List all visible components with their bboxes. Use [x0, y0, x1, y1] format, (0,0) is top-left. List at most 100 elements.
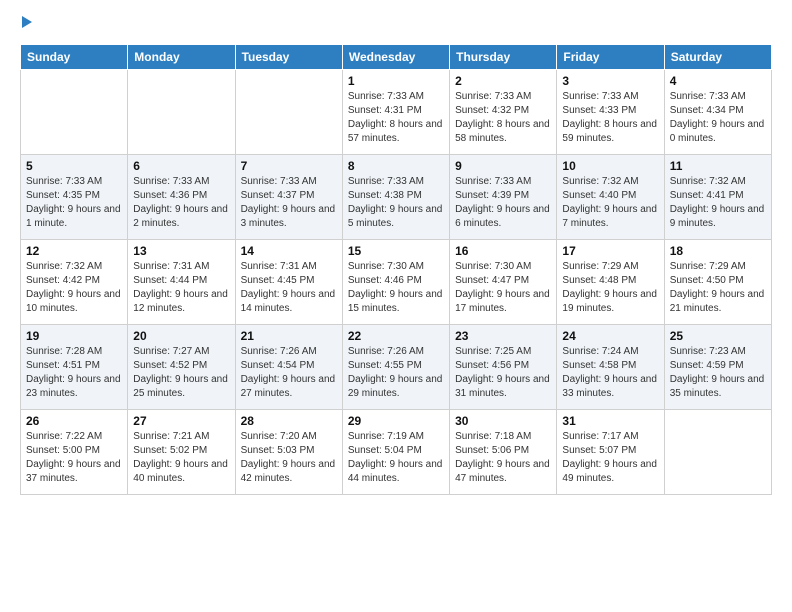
day-info: Sunrise: 7:33 AM Sunset: 4:31 PM Dayligh…	[348, 90, 444, 146]
day-number: 4	[670, 74, 766, 88]
calendar-day-cell: 17 Sunrise: 7:29 AM Sunset: 4:48 PM Dayli…	[557, 240, 664, 325]
logo	[20, 16, 32, 32]
calendar-day-cell: 27 Sunrise: 7:21 AM Sunset: 5:02 PM Dayli…	[128, 410, 235, 495]
day-info: Sunrise: 7:24 AM Sunset: 4:58 PM Dayligh…	[562, 345, 658, 401]
weekday-header-saturday: Saturday	[664, 45, 771, 70]
day-number: 23	[455, 329, 551, 343]
page-header	[20, 16, 772, 32]
calendar-week-row: 26 Sunrise: 7:22 AM Sunset: 5:00 PM Dayli…	[21, 410, 772, 495]
day-number: 14	[241, 244, 337, 258]
day-info: Sunrise: 7:26 AM Sunset: 4:55 PM Dayligh…	[348, 345, 444, 401]
day-info: Sunrise: 7:27 AM Sunset: 4:52 PM Dayligh…	[133, 345, 229, 401]
day-info: Sunrise: 7:30 AM Sunset: 4:47 PM Dayligh…	[455, 260, 551, 316]
day-number: 16	[455, 244, 551, 258]
day-info: Sunrise: 7:29 AM Sunset: 4:50 PM Dayligh…	[670, 260, 766, 316]
weekday-header-friday: Friday	[557, 45, 664, 70]
day-info: Sunrise: 7:33 AM Sunset: 4:32 PM Dayligh…	[455, 90, 551, 146]
calendar-day-cell: 5 Sunrise: 7:33 AM Sunset: 4:35 PM Daylig…	[21, 155, 128, 240]
calendar-day-cell: 16 Sunrise: 7:30 AM Sunset: 4:47 PM Dayli…	[450, 240, 557, 325]
day-number: 30	[455, 414, 551, 428]
calendar-day-cell: 14Sunrise: 7:31 AM Sunset: 4:45 PM Dayli…	[235, 240, 342, 325]
calendar-week-row: 5 Sunrise: 7:33 AM Sunset: 4:35 PM Daylig…	[21, 155, 772, 240]
day-info: Sunrise: 7:30 AM Sunset: 4:46 PM Dayligh…	[348, 260, 444, 316]
calendar-day-cell	[235, 70, 342, 155]
day-info: Sunrise: 7:23 AM Sunset: 4:59 PM Dayligh…	[670, 345, 766, 401]
day-info: Sunrise: 7:33 AM Sunset: 4:35 PM Dayligh…	[26, 175, 122, 231]
weekday-header-wednesday: Wednesday	[342, 45, 449, 70]
calendar-day-cell: 10 Sunrise: 7:32 AM Sunset: 4:40 PM Dayli…	[557, 155, 664, 240]
weekday-header-tuesday: Tuesday	[235, 45, 342, 70]
day-number: 26	[26, 414, 122, 428]
calendar-day-cell: 9 Sunrise: 7:33 AM Sunset: 4:39 PM Daylig…	[450, 155, 557, 240]
logo-triangle-icon	[22, 16, 32, 28]
day-number: 1	[348, 74, 444, 88]
calendar-day-cell: 11 Sunrise: 7:32 AM Sunset: 4:41 PM Dayli…	[664, 155, 771, 240]
day-info: Sunrise: 7:33 AM Sunset: 4:37 PM Dayligh…	[241, 175, 337, 231]
day-info: Sunrise: 7:26 AM Sunset: 4:54 PM Dayligh…	[241, 345, 337, 401]
calendar-day-cell: 12 Sunrise: 7:32 AM Sunset: 4:42 PM Dayli…	[21, 240, 128, 325]
day-number: 20	[133, 329, 229, 343]
day-number: 21	[241, 329, 337, 343]
day-number: 2	[455, 74, 551, 88]
calendar-day-cell: 19 Sunrise: 7:28 AM Sunset: 4:51 PM Dayli…	[21, 325, 128, 410]
calendar-day-cell	[664, 410, 771, 495]
day-info: Sunrise: 7:32 AM Sunset: 4:41 PM Dayligh…	[670, 175, 766, 231]
calendar-day-cell: 26 Sunrise: 7:22 AM Sunset: 5:00 PM Dayli…	[21, 410, 128, 495]
day-number: 13	[133, 244, 229, 258]
day-number: 6	[133, 159, 229, 173]
calendar-day-cell: 22 Sunrise: 7:26 AM Sunset: 4:55 PM Dayli…	[342, 325, 449, 410]
calendar-day-cell: 15 Sunrise: 7:30 AM Sunset: 4:46 PM Dayli…	[342, 240, 449, 325]
day-number: 24	[562, 329, 658, 343]
day-info: Sunrise: 7:20 AM Sunset: 5:03 PM Dayligh…	[241, 430, 337, 486]
day-number: 17	[562, 244, 658, 258]
calendar-day-cell: 31Sunrise: 7:17 AM Sunset: 5:07 PM Dayli…	[557, 410, 664, 495]
weekday-header-row: SundayMondayTuesdayWednesdayThursdayFrid…	[21, 45, 772, 70]
day-number: 10	[562, 159, 658, 173]
day-info: Sunrise: 7:32 AM Sunset: 4:40 PM Dayligh…	[562, 175, 658, 231]
calendar-day-cell: 18 Sunrise: 7:29 AM Sunset: 4:50 PM Dayli…	[664, 240, 771, 325]
calendar-day-cell: 29Sunrise: 7:19 AM Sunset: 5:04 PM Dayli…	[342, 410, 449, 495]
day-info: Sunrise: 7:32 AM Sunset: 4:42 PM Dayligh…	[26, 260, 122, 316]
calendar-day-cell: 28Sunrise: 7:20 AM Sunset: 5:03 PM Dayli…	[235, 410, 342, 495]
day-info: Sunrise: 7:33 AM Sunset: 4:39 PM Dayligh…	[455, 175, 551, 231]
calendar-day-cell: 25 Sunrise: 7:23 AM Sunset: 4:59 PM Dayli…	[664, 325, 771, 410]
day-info: Sunrise: 7:22 AM Sunset: 5:00 PM Dayligh…	[26, 430, 122, 486]
calendar-day-cell	[128, 70, 235, 155]
calendar-week-row: 1 Sunrise: 7:33 AM Sunset: 4:31 PM Daylig…	[21, 70, 772, 155]
calendar-day-cell: 24 Sunrise: 7:24 AM Sunset: 4:58 PM Dayli…	[557, 325, 664, 410]
day-number: 19	[26, 329, 122, 343]
day-number: 18	[670, 244, 766, 258]
calendar-week-row: 19 Sunrise: 7:28 AM Sunset: 4:51 PM Dayli…	[21, 325, 772, 410]
calendar-day-cell: 1 Sunrise: 7:33 AM Sunset: 4:31 PM Daylig…	[342, 70, 449, 155]
weekday-header-sunday: Sunday	[21, 45, 128, 70]
day-number: 5	[26, 159, 122, 173]
calendar-day-cell: 30 Sunrise: 7:18 AM Sunset: 5:06 PM Dayli…	[450, 410, 557, 495]
day-number: 11	[670, 159, 766, 173]
day-info: Sunrise: 7:33 AM Sunset: 4:33 PM Dayligh…	[562, 90, 658, 146]
day-number: 31	[562, 414, 658, 428]
calendar-table: SundayMondayTuesdayWednesdayThursdayFrid…	[20, 44, 772, 495]
day-number: 25	[670, 329, 766, 343]
day-info: Sunrise: 7:25 AM Sunset: 4:56 PM Dayligh…	[455, 345, 551, 401]
day-info: Sunrise: 7:33 AM Sunset: 4:38 PM Dayligh…	[348, 175, 444, 231]
day-number: 15	[348, 244, 444, 258]
calendar-day-cell: 2 Sunrise: 7:33 AM Sunset: 4:32 PM Daylig…	[450, 70, 557, 155]
day-number: 29	[348, 414, 444, 428]
day-info: Sunrise: 7:21 AM Sunset: 5:02 PM Dayligh…	[133, 430, 229, 486]
day-number: 9	[455, 159, 551, 173]
calendar-day-cell: 8 Sunrise: 7:33 AM Sunset: 4:38 PM Daylig…	[342, 155, 449, 240]
calendar-day-cell: 6Sunrise: 7:33 AM Sunset: 4:36 PM Daylig…	[128, 155, 235, 240]
day-number: 8	[348, 159, 444, 173]
day-info: Sunrise: 7:18 AM Sunset: 5:06 PM Dayligh…	[455, 430, 551, 486]
day-info: Sunrise: 7:33 AM Sunset: 4:34 PM Dayligh…	[670, 90, 766, 146]
day-number: 22	[348, 329, 444, 343]
calendar-day-cell: 21 Sunrise: 7:26 AM Sunset: 4:54 PM Dayli…	[235, 325, 342, 410]
weekday-header-thursday: Thursday	[450, 45, 557, 70]
day-info: Sunrise: 7:29 AM Sunset: 4:48 PM Dayligh…	[562, 260, 658, 316]
day-info: Sunrise: 7:28 AM Sunset: 4:51 PM Dayligh…	[26, 345, 122, 401]
day-number: 27	[133, 414, 229, 428]
calendar-day-cell: 4 Sunrise: 7:33 AM Sunset: 4:34 PM Daylig…	[664, 70, 771, 155]
day-info: Sunrise: 7:31 AM Sunset: 4:44 PM Dayligh…	[133, 260, 229, 316]
calendar-day-cell: 3Sunrise: 7:33 AM Sunset: 4:33 PM Daylig…	[557, 70, 664, 155]
day-number: 12	[26, 244, 122, 258]
